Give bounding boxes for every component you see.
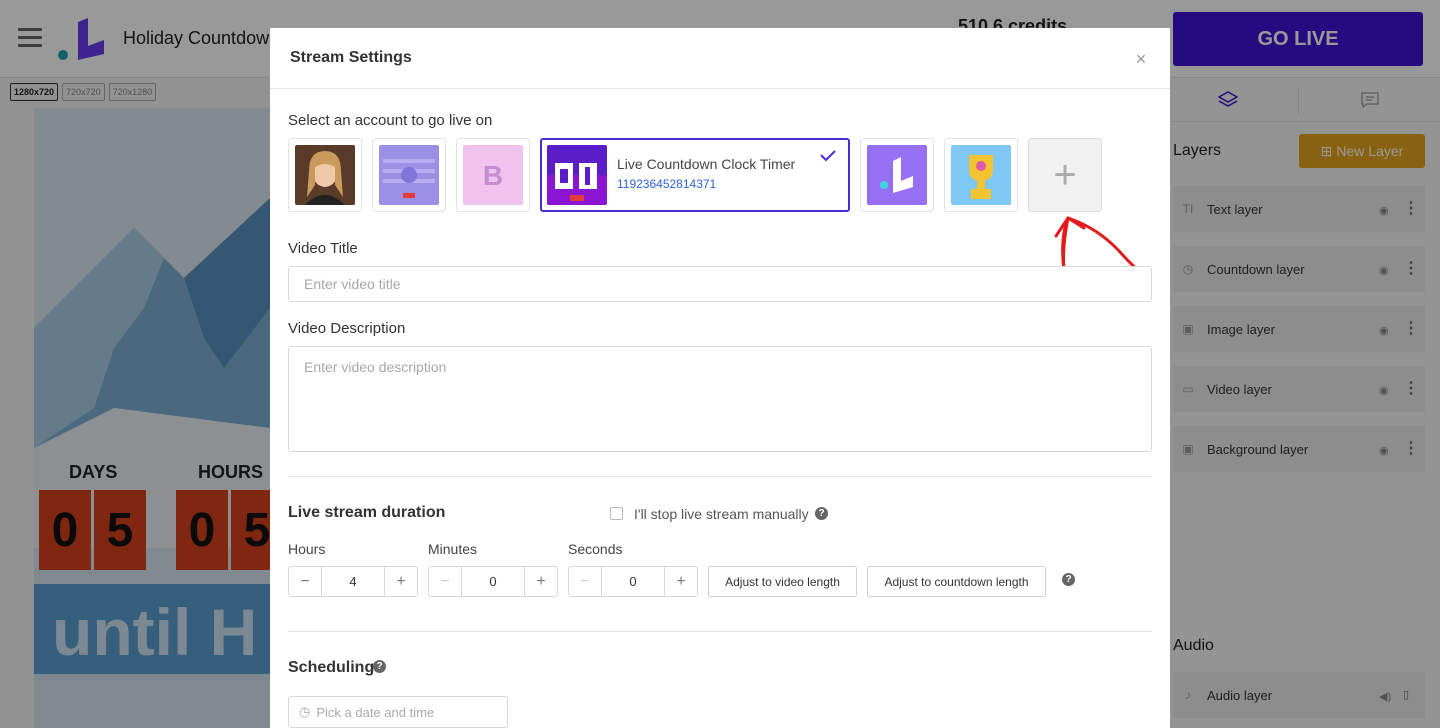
help-icon[interactable]: ? <box>815 507 828 520</box>
increment-button[interactable]: + <box>385 567 417 596</box>
increment-button[interactable]: + <box>525 567 557 596</box>
close-icon[interactable]: × <box>1132 50 1150 68</box>
seconds-stepper: − 0 + <box>568 566 698 597</box>
video-title-label: Video Title <box>288 240 358 257</box>
hours-value[interactable]: 4 <box>321 567 385 596</box>
minutes-label: Minutes <box>428 541 478 557</box>
schedule-placeholder: Pick a date and time <box>316 704 435 720</box>
modal-title: Stream Settings <box>290 49 412 66</box>
adjust-video-length-button[interactable]: Adjust to video length <box>708 566 857 597</box>
account-option-person[interactable] <box>288 138 362 212</box>
account-avatar <box>379 145 439 205</box>
hours-stepper: − 4 + <box>288 566 418 597</box>
svg-text:B: B <box>483 160 503 191</box>
video-description-input[interactable] <box>288 346 1152 452</box>
divider <box>288 631 1152 632</box>
video-description-label: Video Description <box>288 320 406 337</box>
account-option-trophy[interactable] <box>944 138 1018 212</box>
clock-icon: ◷ <box>299 704 311 719</box>
account-option-logo[interactable] <box>860 138 934 212</box>
selected-account-id: 119236452814371 <box>617 177 717 191</box>
seconds-value[interactable]: 0 <box>601 567 665 596</box>
selected-account-name: Live Countdown Clock Timer <box>617 156 796 172</box>
account-option-selected[interactable]: Live Countdown Clock Timer 1192364528143… <box>540 138 850 212</box>
manual-stop-checkbox[interactable] <box>610 507 623 520</box>
seconds-label: Seconds <box>568 541 623 557</box>
schedule-datetime-input[interactable]: ◷ Pick a date and time <box>288 696 508 728</box>
divider <box>288 476 1152 477</box>
increment-button[interactable]: + <box>665 567 697 596</box>
manual-stop-label: I'll stop live stream manually <box>634 506 809 522</box>
decrement-button[interactable]: − <box>429 567 461 596</box>
account-avatar <box>951 145 1011 205</box>
minutes-stepper: − 0 + <box>428 566 558 597</box>
account-avatar <box>295 145 355 205</box>
help-icon[interactable]: ? <box>373 660 386 673</box>
scheduling-title: Scheduling <box>288 659 375 676</box>
account-avatar <box>867 145 927 205</box>
help-icon[interactable]: ? <box>1062 573 1075 586</box>
account-avatar: B <box>463 145 523 205</box>
checkmark-icon <box>820 150 836 162</box>
decrement-button[interactable]: − <box>289 567 321 596</box>
add-account-button[interactable]: + <box>1028 138 1102 212</box>
adjust-countdown-length-button[interactable]: Adjust to countdown length <box>867 566 1046 597</box>
account-option-video[interactable] <box>372 138 446 212</box>
minutes-value[interactable]: 0 <box>461 567 525 596</box>
hours-label: Hours <box>288 541 326 557</box>
modal-header: Stream Settings × <box>270 28 1170 89</box>
duration-title: Live stream duration <box>288 504 446 521</box>
stream-settings-modal: Stream Settings × Select an account to g… <box>270 28 1170 728</box>
account-select-label: Select an account to go live on <box>288 112 493 129</box>
video-title-input[interactable] <box>288 266 1152 302</box>
account-option-b[interactable]: B <box>456 138 530 212</box>
account-avatar <box>547 145 607 205</box>
decrement-button[interactable]: − <box>569 567 601 596</box>
